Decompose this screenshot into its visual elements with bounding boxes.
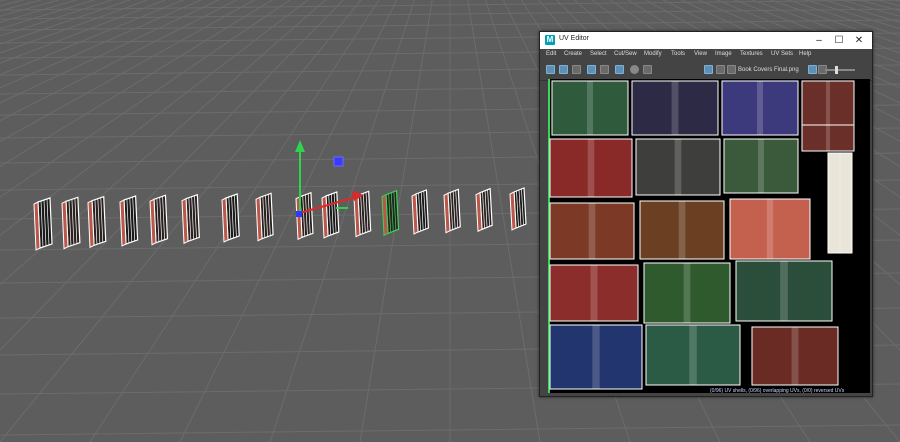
menu-help[interactable]: Help: [799, 51, 811, 57]
maya-app-icon: M: [545, 35, 555, 45]
book-mesh[interactable]: [61, 196, 81, 250]
window-title: UV Editor: [559, 35, 589, 42]
menu-cut-sew[interactable]: Cut/Sew: [614, 51, 637, 57]
uv-spine-strip: [689, 325, 697, 385]
uv-spine-strip: [586, 81, 594, 135]
book-mesh[interactable]: [87, 195, 107, 249]
book-mesh[interactable]: [411, 189, 430, 235]
checker-toggle-icon[interactable]: [587, 65, 596, 74]
wireframe-toggle-icon[interactable]: [615, 65, 624, 74]
uv-spine-strip: [791, 327, 799, 385]
menu-select[interactable]: Select: [590, 51, 607, 57]
uv-spine-strip: [587, 139, 595, 197]
uv-spine-strip: [825, 125, 831, 151]
menu-bar: Edit Create Select Cut/Sew Modify Tools …: [540, 49, 872, 60]
menu-uv-sets[interactable]: UV Sets: [771, 51, 793, 57]
menu-tools[interactable]: Tools: [671, 51, 685, 57]
book-mesh[interactable]: [221, 193, 240, 243]
maximize-button[interactable]: ☐: [830, 34, 848, 47]
shaded-toggle-icon[interactable]: [630, 65, 639, 74]
uv-spine-strip: [780, 261, 788, 321]
book-mesh[interactable]: [443, 188, 461, 234]
grid-line: [467, 0, 541, 442]
grid-line: [0, 0, 220, 104]
menu-create[interactable]: Create: [564, 51, 582, 57]
minimize-button[interactable]: –: [810, 34, 828, 47]
uv-spine-strip: [674, 139, 682, 195]
grid-line: [359, 0, 433, 442]
texture-name[interactable]: Book Covers Final.png: [738, 67, 799, 73]
uv-spine-strip: [756, 81, 764, 135]
menu-edit[interactable]: Edit: [546, 51, 556, 57]
book-mesh[interactable]: [255, 192, 274, 242]
book-mesh[interactable]: [475, 187, 493, 233]
texture-dropdown-icon[interactable]: [727, 65, 736, 74]
uv-editor-window[interactable]: M UV Editor – ☐ ✕ Edit Create Select Cut…: [539, 31, 873, 397]
uv-spine-strip: [839, 153, 841, 253]
uv-shells[interactable]: [549, 80, 855, 390]
menu-view[interactable]: View: [694, 51, 707, 57]
grid-line: [0, 0, 362, 442]
book-mesh[interactable]: [33, 197, 53, 251]
book-mesh[interactable]: [381, 189, 400, 237]
uv-spine-strip: [592, 325, 600, 389]
uv-spine-strip: [683, 263, 691, 323]
book-mesh[interactable]: [321, 191, 340, 239]
book-mesh[interactable]: [149, 194, 169, 246]
slider-handle[interactable]: [835, 66, 838, 74]
uv-spine-strip: [825, 81, 831, 125]
move-y-arrow-head-icon[interactable]: [295, 140, 305, 152]
uv-select-tool-icon[interactable]: [546, 65, 555, 74]
book-mesh[interactable]: [119, 195, 139, 247]
uv-spine-strip: [758, 139, 764, 193]
title-bar[interactable]: M UV Editor – ☐ ✕: [540, 32, 872, 49]
snapshot-icon[interactable]: [643, 65, 652, 74]
uv-spine-strip: [766, 199, 774, 259]
uv-spine-strip: [671, 81, 679, 135]
uv-spine-strip: [678, 201, 686, 259]
uv-shell-tool-icon[interactable]: [559, 65, 568, 74]
brightness-slider[interactable]: [825, 69, 855, 71]
grid-toggle-icon[interactable]: [600, 65, 609, 74]
image-display-icon[interactable]: [704, 65, 713, 74]
book-mesh[interactable]: [181, 193, 200, 245]
menu-modify[interactable]: Modify: [644, 51, 662, 57]
grid-line: [269, 0, 415, 442]
book-mesh[interactable]: [509, 187, 527, 231]
menu-image[interactable]: Image: [715, 51, 732, 57]
uv-spine-strip: [590, 265, 598, 321]
image-dim-icon[interactable]: [716, 65, 725, 74]
close-button[interactable]: ✕: [850, 34, 868, 47]
texture-refresh-icon[interactable]: [808, 65, 817, 74]
uv-move-tool-icon[interactable]: [572, 65, 581, 74]
plane-handle-icon[interactable]: [333, 156, 344, 167]
tool-bar: Book Covers Final.png: [540, 60, 872, 81]
center-handle-icon[interactable]: [296, 211, 302, 217]
uv-status-readout: (0/96) UV shells, (0/96) overlapping UVs…: [710, 388, 845, 394]
uv-spine-strip: [588, 203, 596, 259]
uv-texture-canvas[interactable]: [548, 79, 870, 393]
menu-textures[interactable]: Textures: [740, 51, 763, 57]
